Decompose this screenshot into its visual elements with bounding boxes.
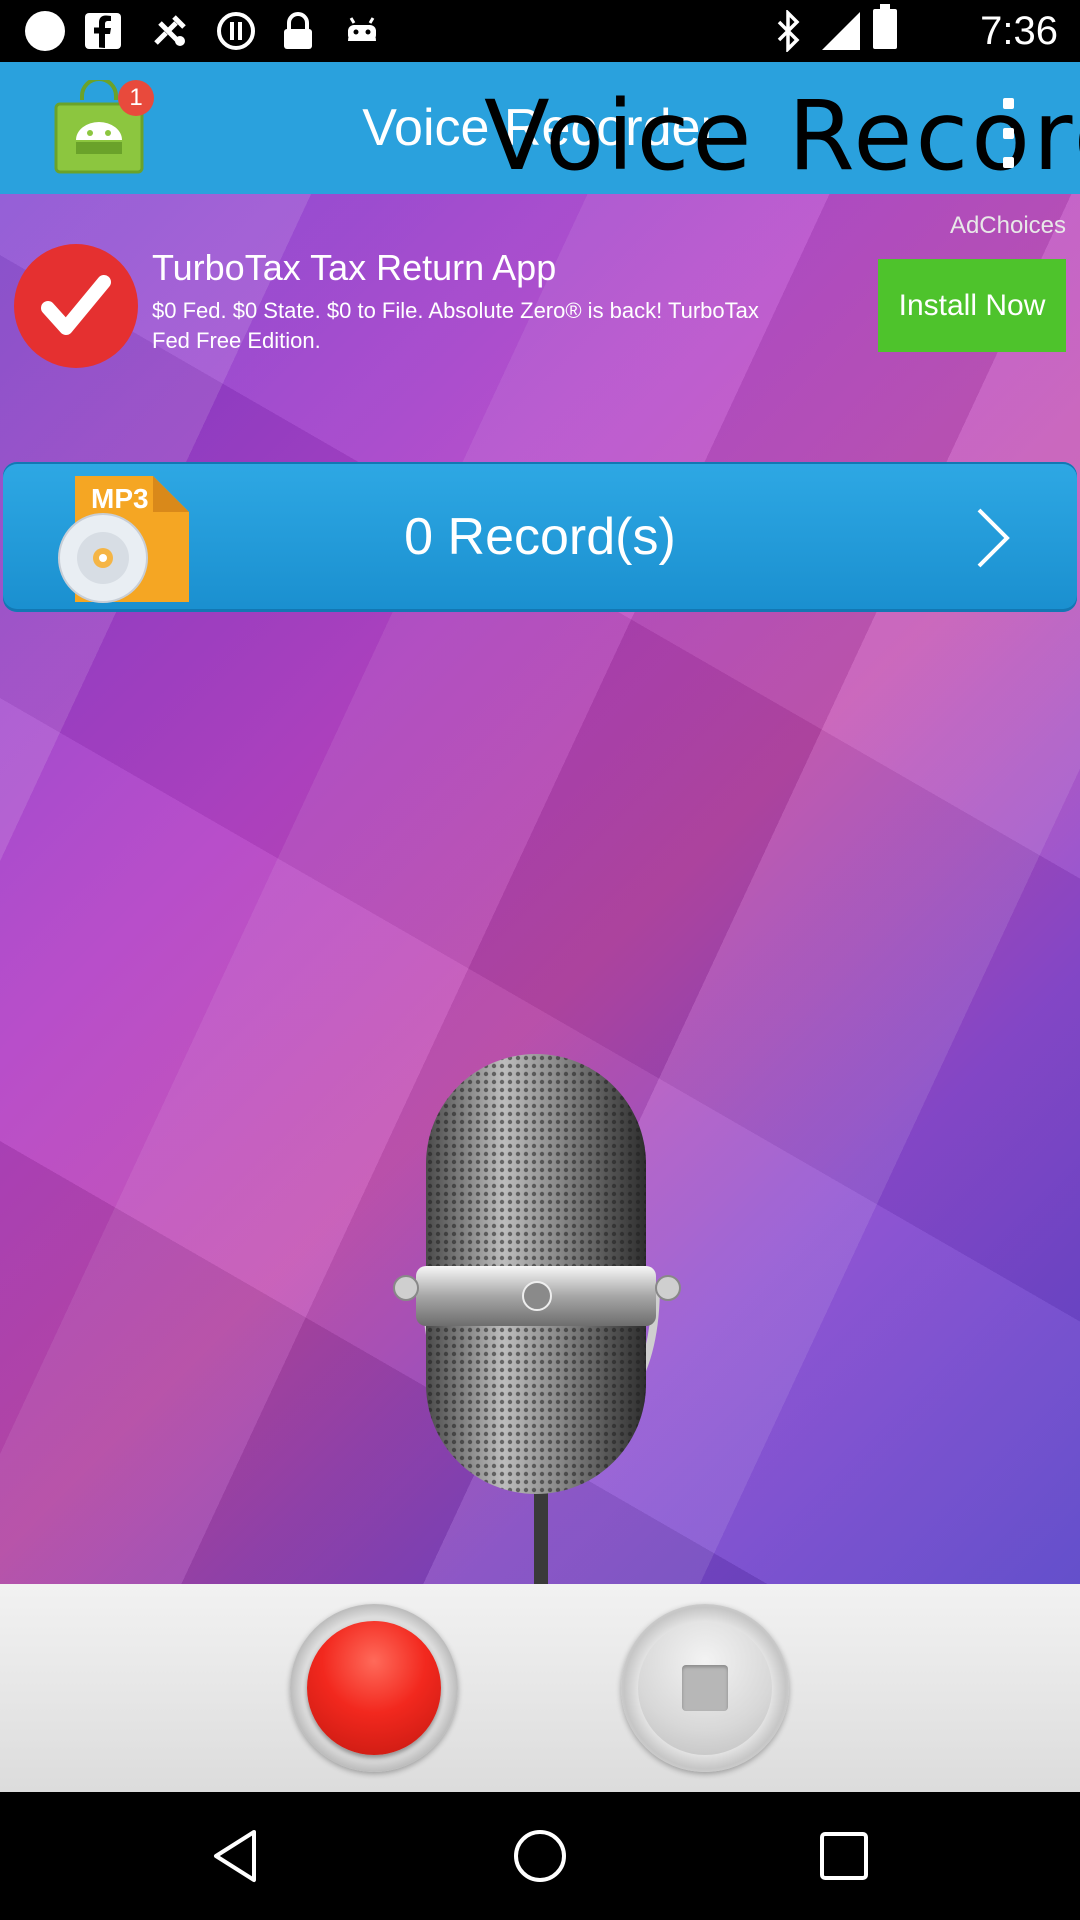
android-icon — [342, 12, 382, 50]
record-icon — [307, 1621, 441, 1755]
signal-icon — [820, 12, 862, 50]
record-button[interactable] — [290, 1604, 458, 1772]
status-bar: 7:36 — [0, 0, 1080, 62]
bluetooth-icon — [774, 10, 804, 52]
more-vert-icon[interactable] — [996, 98, 1020, 168]
back-icon[interactable] — [206, 1826, 266, 1886]
stop-icon — [682, 1665, 728, 1711]
ad-title[interactable]: TurboTax Tax Return App — [152, 246, 556, 290]
home-icon[interactable] — [510, 1826, 570, 1886]
status-time: 7:36 — [980, 9, 1058, 53]
facebook-icon — [84, 12, 122, 50]
recents-icon[interactable] — [814, 1826, 874, 1886]
microphone-icon — [386, 1054, 696, 1584]
checkmark-icon[interactable] — [14, 244, 138, 368]
records-count-label: 0 Record(s) — [404, 508, 676, 566]
navigation-bar — [0, 1792, 1080, 1920]
stop-button[interactable] — [621, 1604, 789, 1772]
battery-icon — [872, 4, 898, 49]
records-list-button[interactable]: MP3 0 Record(s) — [3, 462, 1077, 612]
install-now-button[interactable]: Install Now — [878, 259, 1066, 352]
lock-icon — [280, 12, 316, 50]
adchoices-label[interactable]: AdChoices — [950, 212, 1066, 240]
app-bar: 1 Voice Recorder Voice Recorder — [0, 62, 1080, 194]
app-title-overlay: Voice Recorder — [484, 80, 1080, 192]
circle-icon — [24, 11, 66, 51]
ad-description[interactable]: $0 Fed. $0 State. $0 to File. Absolute Z… — [152, 296, 772, 356]
data-saver-icon — [216, 12, 256, 50]
controls-panel — [0, 1584, 1080, 1792]
fake-gps-icon — [148, 12, 192, 50]
chevron-right-icon — [969, 506, 1019, 570]
